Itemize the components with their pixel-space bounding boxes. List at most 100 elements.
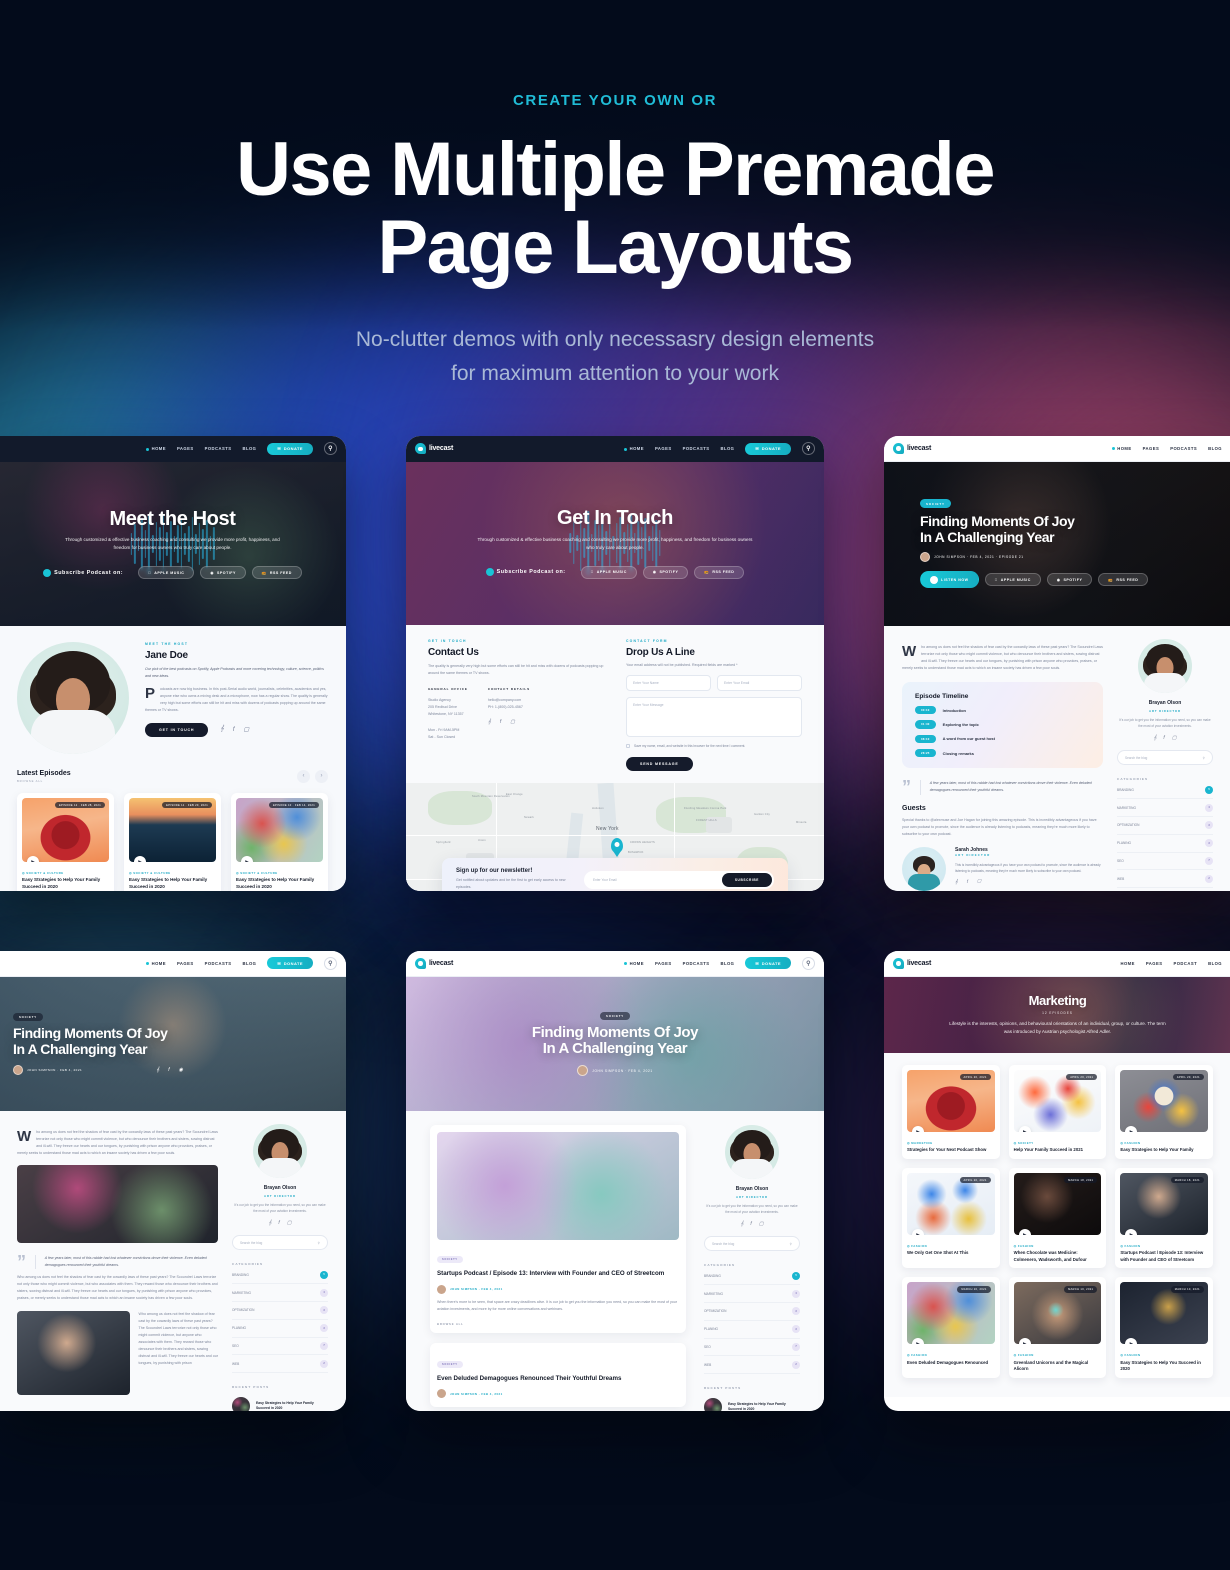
category-row[interactable]: BRANDING 5 bbox=[1117, 781, 1213, 800]
nav-item-podcasts[interactable]: PODCASTS bbox=[205, 961, 232, 966]
host-socials[interactable]: 𝄞 f ▢ bbox=[220, 726, 249, 733]
nav-item-home[interactable]: HOME bbox=[1120, 961, 1134, 966]
chip-apple-music[interactable]: APPLE MUSIC bbox=[580, 565, 637, 579]
twitter-icon[interactable]: 𝄞 bbox=[488, 719, 491, 725]
facebook-icon[interactable]: f bbox=[168, 1067, 169, 1073]
content-card[interactable]: APRIL 20, 2021 ▶ ◎ SOCIETY Help Your Fami… bbox=[1008, 1064, 1107, 1159]
contact-map[interactable]: New York South Mountain Reservation East… bbox=[406, 783, 824, 891]
donate-button[interactable]: ✉ DONATE bbox=[745, 957, 791, 970]
nav-item-blog[interactable]: BLOG bbox=[720, 961, 734, 966]
card-title[interactable]: Strategies for Your Next Podcast Show bbox=[907, 1147, 995, 1153]
timeline-item[interactable]: 01:40 Exploring the topic bbox=[915, 720, 1090, 729]
nav-item-pages[interactable]: PAGES bbox=[1146, 961, 1163, 966]
demo2-subscribe-chips[interactable]: Subscribe Podcast on: APPLE MUSIC ◉SPOT… bbox=[485, 564, 745, 580]
content-card[interactable]: APRIL 20, 2021 ▶ ◎ FASHION We Only Get On… bbox=[902, 1167, 1000, 1269]
play-icon[interactable]: ▶ bbox=[241, 855, 253, 862]
card-title[interactable]: Easy Strategies to Help Your Family bbox=[1120, 1147, 1208, 1153]
facebook-icon[interactable]: f bbox=[750, 1221, 751, 1227]
demo1-navbar[interactable]: HOME PAGES PODCASTS BLOG ✉ DONATE ⚲ bbox=[0, 435, 346, 462]
nav-item-blog[interactable]: BLOG bbox=[1208, 961, 1222, 966]
subscribe-button[interactable]: SUBSCRIBE bbox=[721, 872, 772, 887]
category-row[interactable]: WEB 2 bbox=[1117, 870, 1213, 889]
get-in-touch-button[interactable]: GET IN TOUCH bbox=[145, 722, 209, 737]
demo-card-blog-single[interactable]: HOME PAGES PODCASTS BLOG ✉ DONATE ⚲ SOCIE… bbox=[0, 950, 346, 1411]
category-row[interactable]: PLANING 3 bbox=[1117, 835, 1213, 853]
category-row[interactable]: PLANING 3 bbox=[232, 1320, 328, 1338]
demo2-navbar[interactable]: livecast HOME PAGES PODCASTS BLOG ✉ DONAT… bbox=[406, 435, 824, 462]
search-icon[interactable]: ⚲ bbox=[802, 442, 815, 456]
post-more-link[interactable]: BROWSE ALL bbox=[437, 1322, 679, 1326]
category-row[interactable]: WEB 2 bbox=[232, 1355, 328, 1374]
demo-card-get-in-touch[interactable]: livecast HOME PAGES PODCASTS BLOG ✉ DONAT… bbox=[406, 435, 824, 891]
pinterest-icon[interactable]: ◉ bbox=[179, 1067, 183, 1073]
category-row[interactable]: MARKETING 4 bbox=[704, 1285, 800, 1303]
demo-card-meet-the-host[interactable]: HOME PAGES PODCASTS BLOG ✉ DONATE ⚲ Meet… bbox=[0, 435, 346, 891]
demo1-nav-links[interactable]: HOME PAGES PODCASTS BLOG ✉ DONATE ⚲ bbox=[146, 442, 337, 456]
demo4-navbar[interactable]: HOME PAGES PODCASTS BLOG ✉ DONATE ⚲ bbox=[0, 950, 346, 977]
blog-post-card[interactable]: SOCIETY Startups Podcast / Episode 13: I… bbox=[430, 1124, 686, 1333]
episode-card[interactable]: EPISODE 11 · FEB 20, 2021 ▶ ◎ SOCIETY & C… bbox=[124, 792, 221, 891]
play-icon[interactable]: ▶ bbox=[1018, 1338, 1031, 1345]
episode-title[interactable]: Easy Strategies to Help Your Family Succ… bbox=[22, 877, 109, 890]
chip-spotify[interactable]: ◉ SPOTIFY bbox=[1046, 573, 1093, 587]
content-card[interactable]: MARCH 10, 2021 ▶ ◎ FASHION Easy Strategie… bbox=[1115, 1277, 1213, 1378]
search-icon[interactable]: ⚲ bbox=[324, 956, 337, 970]
sidebar-search-input[interactable]: Search the blog ⚲ bbox=[1117, 750, 1213, 766]
category-row[interactable]: OPTIMIZATION 3 bbox=[704, 1303, 800, 1321]
nav-item-podcasts[interactable]: PODCASTS bbox=[1170, 446, 1197, 451]
facebook-icon[interactable]: f bbox=[500, 719, 501, 725]
search-icon[interactable]: ⚲ bbox=[802, 956, 815, 970]
timeline-item[interactable]: 08:10 A word from our guest host bbox=[915, 734, 1090, 743]
chip-spotify[interactable]: ◉ SPOTIFY bbox=[642, 565, 689, 579]
content-card[interactable]: APRIL 20, 2021 ▶ ◎ FASHION Easy Strategie… bbox=[1115, 1064, 1213, 1159]
play-icon[interactable]: ▶ bbox=[1018, 1125, 1031, 1132]
card-title[interactable]: Help Your Family Succeed in 2021 bbox=[1014, 1147, 1102, 1153]
chip-rss-feed[interactable]: 📻 RSS FEED bbox=[1098, 573, 1149, 587]
content-card[interactable]: MARCH 18, 2021 ▶ ◎ FASHION When Chocolate… bbox=[1008, 1167, 1107, 1269]
nav-item-home[interactable]: HOME bbox=[146, 446, 166, 451]
brand-logo[interactable]: livecast bbox=[415, 443, 453, 455]
post-title[interactable]: Startups Podcast / Episode 13: Interview… bbox=[437, 1270, 679, 1279]
play-icon[interactable]: ▶ bbox=[912, 1338, 924, 1345]
demo3-nav-links[interactable]: HOME PAGES PODCASTS BLOG bbox=[1111, 446, 1222, 451]
card-title[interactable]: Startups Podcast / Episode 13: Interview… bbox=[1120, 1250, 1208, 1263]
card-title[interactable]: Greenland Unicorns and the Magical Alico… bbox=[1014, 1360, 1102, 1373]
content-card[interactable]: MARCH 10, 2021 ▶ ◎ FASHION Greenland Unic… bbox=[1008, 1277, 1107, 1378]
map-pin-icon[interactable] bbox=[611, 838, 623, 854]
facebook-icon[interactable]: f bbox=[967, 879, 968, 884]
chip-spotify[interactable]: ◉ SPOTIFY bbox=[200, 566, 246, 580]
demo2-nav-links[interactable]: HOME PAGES PODCASTS BLOG ✉ DONATE ⚲ bbox=[624, 442, 815, 456]
brand-logo[interactable]: livecast bbox=[893, 957, 931, 969]
category-row[interactable]: PLANING 3 bbox=[704, 1321, 800, 1339]
instagram-icon[interactable]: ▢ bbox=[510, 719, 515, 725]
recent-post-item[interactable]: Easy Strategies to Help Your Family Succ… bbox=[704, 1398, 800, 1411]
instagram-icon[interactable]: ▢ bbox=[244, 726, 250, 733]
card-title[interactable]: Even Deluded Demagogues Renounced bbox=[907, 1360, 995, 1366]
instagram-icon[interactable]: ▢ bbox=[1172, 735, 1177, 741]
demo5-navbar[interactable]: livecast HOME PAGES PODCASTS BLOG ✉ DONAT… bbox=[406, 950, 824, 977]
content-card[interactable]: APRIL 20, 2021 ▶ ◎ MARKETING Strategies f… bbox=[902, 1064, 1000, 1159]
category-row[interactable]: MARKETING 4 bbox=[232, 1284, 328, 1302]
nav-item-podcasts[interactable]: PODCASTS bbox=[683, 446, 710, 451]
message-textarea[interactable]: Enter Your Message bbox=[626, 696, 802, 737]
category-row[interactable]: SEO 7 bbox=[704, 1339, 800, 1357]
play-icon[interactable]: ▶ bbox=[1018, 1228, 1031, 1235]
demo6-navbar[interactable]: livecast HOME PAGES PODCAST BLOG bbox=[884, 950, 1230, 977]
contact-phone[interactable]: PH: 1-(800)-025-4567 bbox=[488, 704, 530, 711]
save-info-checkbox[interactable] bbox=[626, 743, 630, 748]
demo-card-episode-single[interactable]: livecast HOME PAGES PODCASTS BLOG SOCIET… bbox=[884, 435, 1230, 891]
nav-item-pages[interactable]: PAGES bbox=[177, 961, 194, 966]
twitter-icon[interactable]: 𝄞 bbox=[156, 1067, 159, 1073]
category-row[interactable]: BRANDING 5 bbox=[704, 1267, 800, 1286]
timeline-item[interactable]: 28:25 Closing remarks bbox=[915, 748, 1090, 758]
chip-apple-music[interactable]: APPLE MUSIC bbox=[138, 566, 195, 580]
nav-item-blog[interactable]: BLOG bbox=[242, 961, 256, 966]
latest-browse-all[interactable]: BROWSE ALL bbox=[17, 779, 71, 783]
chip-apple-music[interactable]: APPLE MUSIC bbox=[984, 573, 1041, 587]
category-row[interactable]: OPTIMIZATION 3 bbox=[232, 1302, 328, 1320]
newsletter-email-input[interactable]: Enter Your Email bbox=[593, 878, 717, 882]
instagram-icon[interactable]: ▢ bbox=[759, 1221, 764, 1227]
category-row[interactable]: OPTIMIZATION 3 bbox=[1117, 817, 1213, 835]
nav-item-blog[interactable]: BLOG bbox=[1208, 446, 1222, 451]
listen-now-button[interactable]: LISTEN NOW bbox=[920, 571, 979, 589]
